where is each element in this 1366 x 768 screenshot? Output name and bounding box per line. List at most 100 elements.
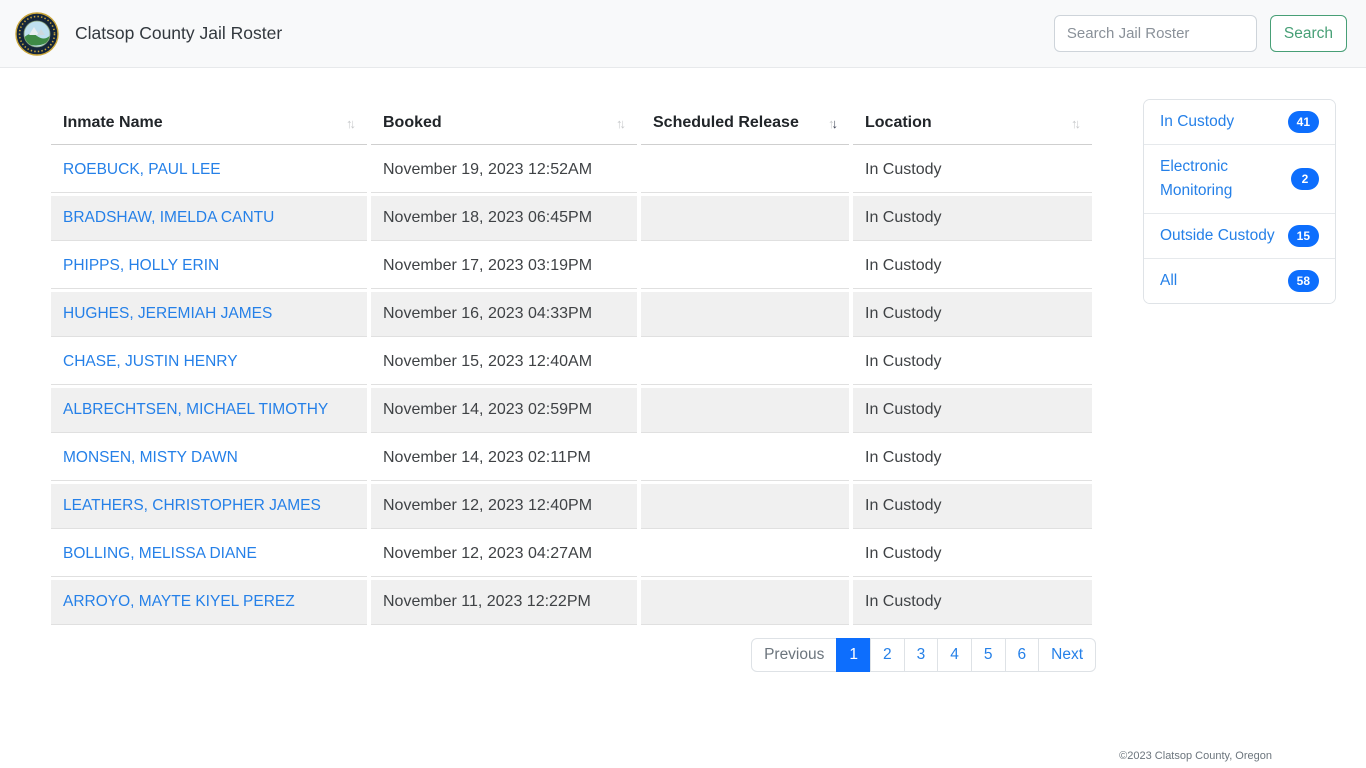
location-cell: In Custody: [853, 292, 1092, 337]
sort-icon[interactable]: ↑↓: [828, 116, 839, 131]
booked-cell: November 12, 2023 12:40PM: [371, 484, 637, 529]
inmate-name-cell: BOLLING, MELISSA DIANE: [51, 532, 367, 577]
table-row: LEATHERS, CHRISTOPHER JAMES November 12,…: [51, 484, 1092, 529]
copyright-text: ©2023 Clatsop County, Oregon: [1119, 750, 1272, 762]
inmate-name-link[interactable]: BOLLING, MELISSA DIANE: [63, 545, 257, 562]
inmate-name-link[interactable]: BRADSHAW, IMELDA CANTU: [63, 209, 274, 226]
count-badge: 2: [1291, 168, 1319, 190]
inmate-name-link[interactable]: CHASE, JUSTIN HENRY: [63, 353, 238, 370]
inmate-name-cell: CHASE, JUSTIN HENRY: [51, 340, 367, 385]
inmate-name-link[interactable]: LEATHERS, CHRISTOPHER JAMES: [63, 497, 321, 514]
pagination-page[interactable]: 6: [1005, 638, 1040, 672]
table-row: MONSEN, MISTY DAWN November 14, 2023 02:…: [51, 436, 1092, 481]
booked-cell: November 14, 2023 02:11PM: [371, 436, 637, 481]
scheduled-release-cell: [641, 532, 849, 577]
booked-cell: November 11, 2023 12:22PM: [371, 580, 637, 625]
page-title: Clatsop County Jail Roster: [75, 23, 1054, 44]
filter-label: Outside Custody: [1160, 224, 1275, 248]
table-row: ARROYO, MAYTE KIYEL PEREZ November 11, 2…: [51, 580, 1092, 625]
inmate-name-cell: LEATHERS, CHRISTOPHER JAMES: [51, 484, 367, 529]
count-badge: 41: [1288, 111, 1319, 133]
inmate-name-cell: BRADSHAW, IMELDA CANTU: [51, 196, 367, 241]
scheduled-release-cell: [641, 292, 849, 337]
inmate-name-cell: MONSEN, MISTY DAWN: [51, 436, 367, 481]
table-row: BOLLING, MELISSA DIANE November 12, 2023…: [51, 532, 1092, 577]
inmate-name-link[interactable]: HUGHES, JEREMIAH JAMES: [63, 305, 272, 322]
scheduled-release-cell: [641, 388, 849, 433]
booked-cell: November 14, 2023 02:59PM: [371, 388, 637, 433]
main-content: Inmate Name ↑↓ Booked ↑↓: [0, 68, 1366, 672]
top-navbar: Clatsop County Jail Roster Search: [0, 0, 1366, 68]
sort-icon[interactable]: ↑↓: [616, 116, 627, 131]
scheduled-release-cell: [641, 244, 849, 289]
custody-filter-item[interactable]: Outside Custody 15: [1144, 214, 1335, 259]
table-row: PHIPPS, HOLLY ERIN November 17, 2023 03:…: [51, 244, 1092, 289]
search-input[interactable]: [1054, 15, 1257, 52]
table-row: BRADSHAW, IMELDA CANTU November 18, 2023…: [51, 196, 1092, 241]
pagination-page[interactable]: 3: [904, 638, 939, 672]
column-header[interactable]: Location ↑↓: [853, 102, 1092, 145]
scheduled-release-cell: [641, 580, 849, 625]
filter-label: In Custody: [1160, 110, 1234, 134]
location-cell: In Custody: [853, 244, 1092, 289]
pagination-page[interactable]: 5: [971, 638, 1006, 672]
location-cell: In Custody: [853, 580, 1092, 625]
inmate-name-link[interactable]: ALBRECHTSEN, MICHAEL TIMOTHY: [63, 401, 328, 418]
pagination: Previous 1 2 3: [752, 638, 1096, 672]
table-header-row: Inmate Name ↑↓ Booked ↑↓: [51, 102, 1092, 145]
booked-cell: November 16, 2023 04:33PM: [371, 292, 637, 337]
custody-filter-sidebar: In Custody 41 Electronic Monitoring 2 Ou…: [1143, 99, 1336, 304]
location-cell: In Custody: [853, 148, 1092, 193]
jail-roster-table: Inmate Name ↑↓ Booked ↑↓: [47, 99, 1096, 628]
location-cell: In Custody: [853, 436, 1092, 481]
location-cell: In Custody: [853, 532, 1092, 577]
booked-cell: November 19, 2023 12:52AM: [371, 148, 637, 193]
inmate-name-link[interactable]: ARROYO, MAYTE KIYEL PEREZ: [63, 593, 295, 610]
pagination-page[interactable]: 1: [836, 638, 871, 672]
table-row: ALBRECHTSEN, MICHAEL TIMOTHY November 14…: [51, 388, 1092, 433]
inmate-name-cell: HUGHES, JEREMIAH JAMES: [51, 292, 367, 337]
sort-icon[interactable]: ↑↓: [1071, 116, 1082, 131]
booked-cell: November 15, 2023 12:40AM: [371, 340, 637, 385]
custody-filter-item[interactable]: All 58: [1144, 259, 1335, 303]
pagination-container: Previous 1 2 3: [47, 638, 1096, 672]
pagination-page[interactable]: 4: [937, 638, 972, 672]
roster-table-area: Inmate Name ↑↓ Booked ↑↓: [47, 99, 1096, 672]
custody-filter-item[interactable]: Electronic Monitoring 2: [1144, 145, 1335, 214]
column-header[interactable]: Scheduled Release ↑↓: [641, 102, 849, 145]
booked-cell: November 12, 2023 04:27AM: [371, 532, 637, 577]
filter-label: All: [1160, 269, 1177, 293]
table-row: HUGHES, JEREMIAH JAMES November 16, 2023…: [51, 292, 1092, 337]
scheduled-release-cell: [641, 340, 849, 385]
table-row: ROEBUCK, PAUL LEE November 19, 2023 12:5…: [51, 148, 1092, 193]
inmate-name-cell: ALBRECHTSEN, MICHAEL TIMOTHY: [51, 388, 367, 433]
location-cell: In Custody: [853, 388, 1092, 433]
inmate-name-cell: ROEBUCK, PAUL LEE: [51, 148, 367, 193]
custody-filter-item[interactable]: In Custody 41: [1144, 100, 1335, 145]
column-header[interactable]: Inmate Name ↑↓: [51, 102, 367, 145]
inmate-name-link[interactable]: ROEBUCK, PAUL LEE: [63, 161, 221, 178]
sort-icon[interactable]: ↑↓: [346, 116, 357, 131]
inmate-name-link[interactable]: PHIPPS, HOLLY ERIN: [63, 257, 219, 274]
count-badge: 15: [1288, 225, 1319, 247]
table-row: CHASE, JUSTIN HENRY November 15, 2023 12…: [51, 340, 1092, 385]
inmate-name-link[interactable]: MONSEN, MISTY DAWN: [63, 449, 238, 466]
pagination-next[interactable]: Next: [1038, 638, 1096, 672]
inmate-name-cell: ARROYO, MAYTE KIYEL PEREZ: [51, 580, 367, 625]
count-badge: 58: [1288, 270, 1319, 292]
search-button[interactable]: Search: [1270, 15, 1347, 52]
scheduled-release-cell: [641, 484, 849, 529]
scheduled-release-cell: [641, 196, 849, 241]
scheduled-release-cell: [641, 436, 849, 481]
scheduled-release-cell: [641, 148, 849, 193]
column-header[interactable]: Booked ↑↓: [371, 102, 637, 145]
location-cell: In Custody: [853, 340, 1092, 385]
booked-cell: November 18, 2023 06:45PM: [371, 196, 637, 241]
pagination-previous[interactable]: Previous: [751, 638, 837, 672]
pagination-page[interactable]: 2: [870, 638, 905, 672]
custody-filter-list: In Custody 41 Electronic Monitoring 2 Ou…: [1143, 99, 1336, 304]
filter-label: Electronic Monitoring: [1160, 155, 1285, 203]
location-cell: In Custody: [853, 196, 1092, 241]
booked-cell: November 17, 2023 03:19PM: [371, 244, 637, 289]
county-seal-logo: [15, 12, 59, 56]
